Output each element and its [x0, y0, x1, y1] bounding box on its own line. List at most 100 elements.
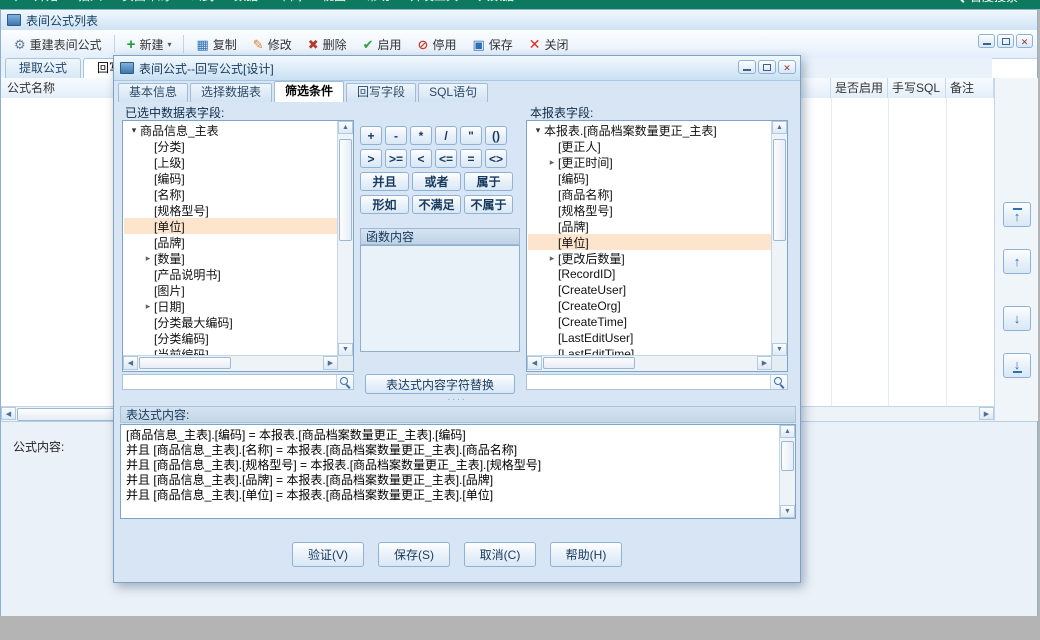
ribbon-tab[interactable]: 开发工具: [400, 0, 468, 9]
ribbon-tab[interactable]: 大数据: [468, 0, 524, 9]
minimize-button[interactable]: [978, 34, 995, 48]
tree-item[interactable]: [商品名称]: [528, 186, 771, 202]
operator-button[interactable]: 不属于: [464, 195, 513, 214]
left-search-strip[interactable]: [122, 374, 354, 390]
replace-expression-chars-button[interactable]: 表达式内容字符替换: [365, 374, 515, 394]
tree-item[interactable]: [分类编码]: [124, 330, 337, 346]
tree-item[interactable]: [图片]: [124, 282, 337, 298]
collapse-icon[interactable]: [532, 122, 544, 138]
column-header[interactable]: 备注: [946, 78, 994, 98]
tree-item[interactable]: [单位]: [124, 218, 337, 234]
expression-textarea[interactable]: [商品信息_主表].[编码] = 本报表.[商品档案数量更正_主表].[编码]并…: [120, 424, 796, 519]
scroll-right-button[interactable]: [757, 356, 772, 370]
close-list-button[interactable]: ✕关闭: [522, 33, 576, 55]
app-logo-icon[interactable]: [8, 0, 24, 3]
validate-button[interactable]: 验证(V): [292, 542, 364, 567]
ribbon-tab[interactable]: 数据: [224, 0, 268, 9]
collapse-icon[interactable]: [128, 122, 140, 138]
delete-button[interactable]: ✖删除: [301, 33, 354, 55]
horizontal-scrollbar[interactable]: [123, 355, 338, 371]
operator-button[interactable]: (): [485, 126, 507, 145]
ribbon-search[interactable]: 百度搜索: [954, 0, 1032, 5]
dialog-titlebar[interactable]: 表间公式--回写公式[设计]: [114, 56, 800, 81]
move-down-button[interactable]: ↓: [1003, 306, 1031, 331]
operator-button[interactable]: >: [360, 149, 382, 168]
tree-item[interactable]: [LastEditUser]: [528, 330, 771, 346]
operator-button[interactable]: >=: [385, 149, 407, 168]
expand-icon[interactable]: [546, 154, 558, 170]
ribbon-tab[interactable]: 视图: [312, 0, 356, 9]
close-button[interactable]: [1016, 34, 1033, 48]
tree-item[interactable]: [产品说明书]: [124, 266, 337, 282]
tree-item[interactable]: [规格型号]: [124, 202, 337, 218]
operator-button[interactable]: 属于: [464, 172, 513, 191]
ribbon-tab[interactable]: 页面布局: [112, 0, 180, 9]
modify-button[interactable]: ✎修改: [246, 33, 299, 55]
tree-item[interactable]: [CreateTime]: [528, 314, 771, 330]
operator-button[interactable]: *: [410, 126, 432, 145]
tree-item[interactable]: [上级]: [124, 154, 337, 170]
tree-item[interactable]: [RecordID]: [528, 266, 771, 282]
scroll-right-button[interactable]: [323, 356, 338, 370]
operator-button[interactable]: +: [360, 126, 382, 145]
expand-icon[interactable]: [142, 298, 154, 314]
save-button[interactable]: ▣保存: [465, 33, 519, 55]
scroll-left-button[interactable]: [1, 407, 16, 420]
tree-item[interactable]: [规格型号]: [528, 202, 771, 218]
tree-item[interactable]: [品牌]: [124, 234, 337, 250]
ribbon-tab[interactable]: 开始: [24, 0, 68, 9]
tree-item[interactable]: [更正人]: [528, 138, 771, 154]
right-search-strip[interactable]: [526, 374, 788, 390]
expand-icon[interactable]: [546, 250, 558, 266]
ribbon-tab[interactable]: 插入: [68, 0, 112, 9]
move-top-button[interactable]: ↑: [1003, 202, 1031, 227]
save-dialog-button[interactable]: 保存(S): [378, 542, 450, 567]
ribbon-tab[interactable]: 公式: [180, 0, 224, 9]
dialog-maximize-button[interactable]: [758, 60, 776, 74]
tab-extract-formula[interactable]: 提取公式: [5, 58, 81, 78]
tree-item[interactable]: [CreateOrg]: [528, 298, 771, 314]
tree-item[interactable]: [当前编码]: [124, 346, 337, 355]
report-fields-list[interactable]: 本报表.[商品档案数量更正_主表][更正人][更正时间][编码][商品名称][规…: [526, 120, 788, 372]
selected-fields-list[interactable]: 商品信息_主表[分类][上级][编码][名称][规格型号][单位][品牌][数量…: [122, 120, 354, 372]
tree-item[interactable]: [LastEditTime]: [528, 346, 771, 355]
scrollbar-thumb[interactable]: [543, 357, 635, 369]
tree-item[interactable]: [更正时间]: [528, 154, 771, 170]
search-button[interactable]: [770, 375, 787, 389]
scroll-left-button[interactable]: [123, 356, 138, 370]
tree-item[interactable]: [品牌]: [528, 218, 771, 234]
vertical-scrollbar[interactable]: [337, 121, 353, 356]
tree-item[interactable]: [分类最大编码]: [124, 314, 337, 330]
scrollbar-thumb[interactable]: [139, 357, 231, 369]
horizontal-scrollbar[interactable]: [527, 355, 772, 371]
operator-button[interactable]: <: [410, 149, 432, 168]
operator-button[interactable]: ": [460, 126, 482, 145]
search-button[interactable]: [336, 375, 353, 389]
tree-item[interactable]: [编码]: [528, 170, 771, 186]
window-titlebar[interactable]: 表间公式列表: [1, 10, 1037, 31]
scroll-down-button[interactable]: [772, 343, 787, 356]
rebuild-formula-button[interactable]: ⚙重建表间公式: [7, 33, 109, 55]
tree-item[interactable]: [更改后数量]: [528, 250, 771, 266]
tree-item[interactable]: 商品信息_主表: [124, 122, 337, 138]
scroll-left-button[interactable]: [527, 356, 542, 370]
dialog-tab[interactable]: 回写字段: [346, 83, 416, 102]
tree-item[interactable]: [数量]: [124, 250, 337, 266]
ribbon-tab[interactable]: 审阅: [268, 0, 312, 9]
splitter-handle[interactable]: [114, 394, 800, 405]
dialog-tab[interactable]: 基本信息: [118, 83, 188, 102]
operator-button[interactable]: 不满足: [412, 195, 461, 214]
dialog-close-button[interactable]: [778, 60, 796, 74]
help-button[interactable]: 帮助(H): [550, 542, 622, 567]
expand-icon[interactable]: [142, 250, 154, 266]
enable-button[interactable]: ✔启用: [356, 33, 409, 55]
ribbon-tab[interactable]: 帮助: [356, 0, 400, 9]
disable-button[interactable]: ⊘停用: [411, 33, 464, 55]
cancel-button[interactable]: 取消(C): [464, 542, 536, 567]
tree-item[interactable]: [编码]: [124, 170, 337, 186]
scroll-up-button[interactable]: [780, 425, 795, 438]
operator-button[interactable]: 或者: [412, 172, 461, 191]
column-header[interactable]: 是否启用: [831, 78, 888, 98]
dialog-tab[interactable]: SQL语句: [418, 83, 488, 102]
vertical-scrollbar[interactable]: [779, 425, 795, 518]
